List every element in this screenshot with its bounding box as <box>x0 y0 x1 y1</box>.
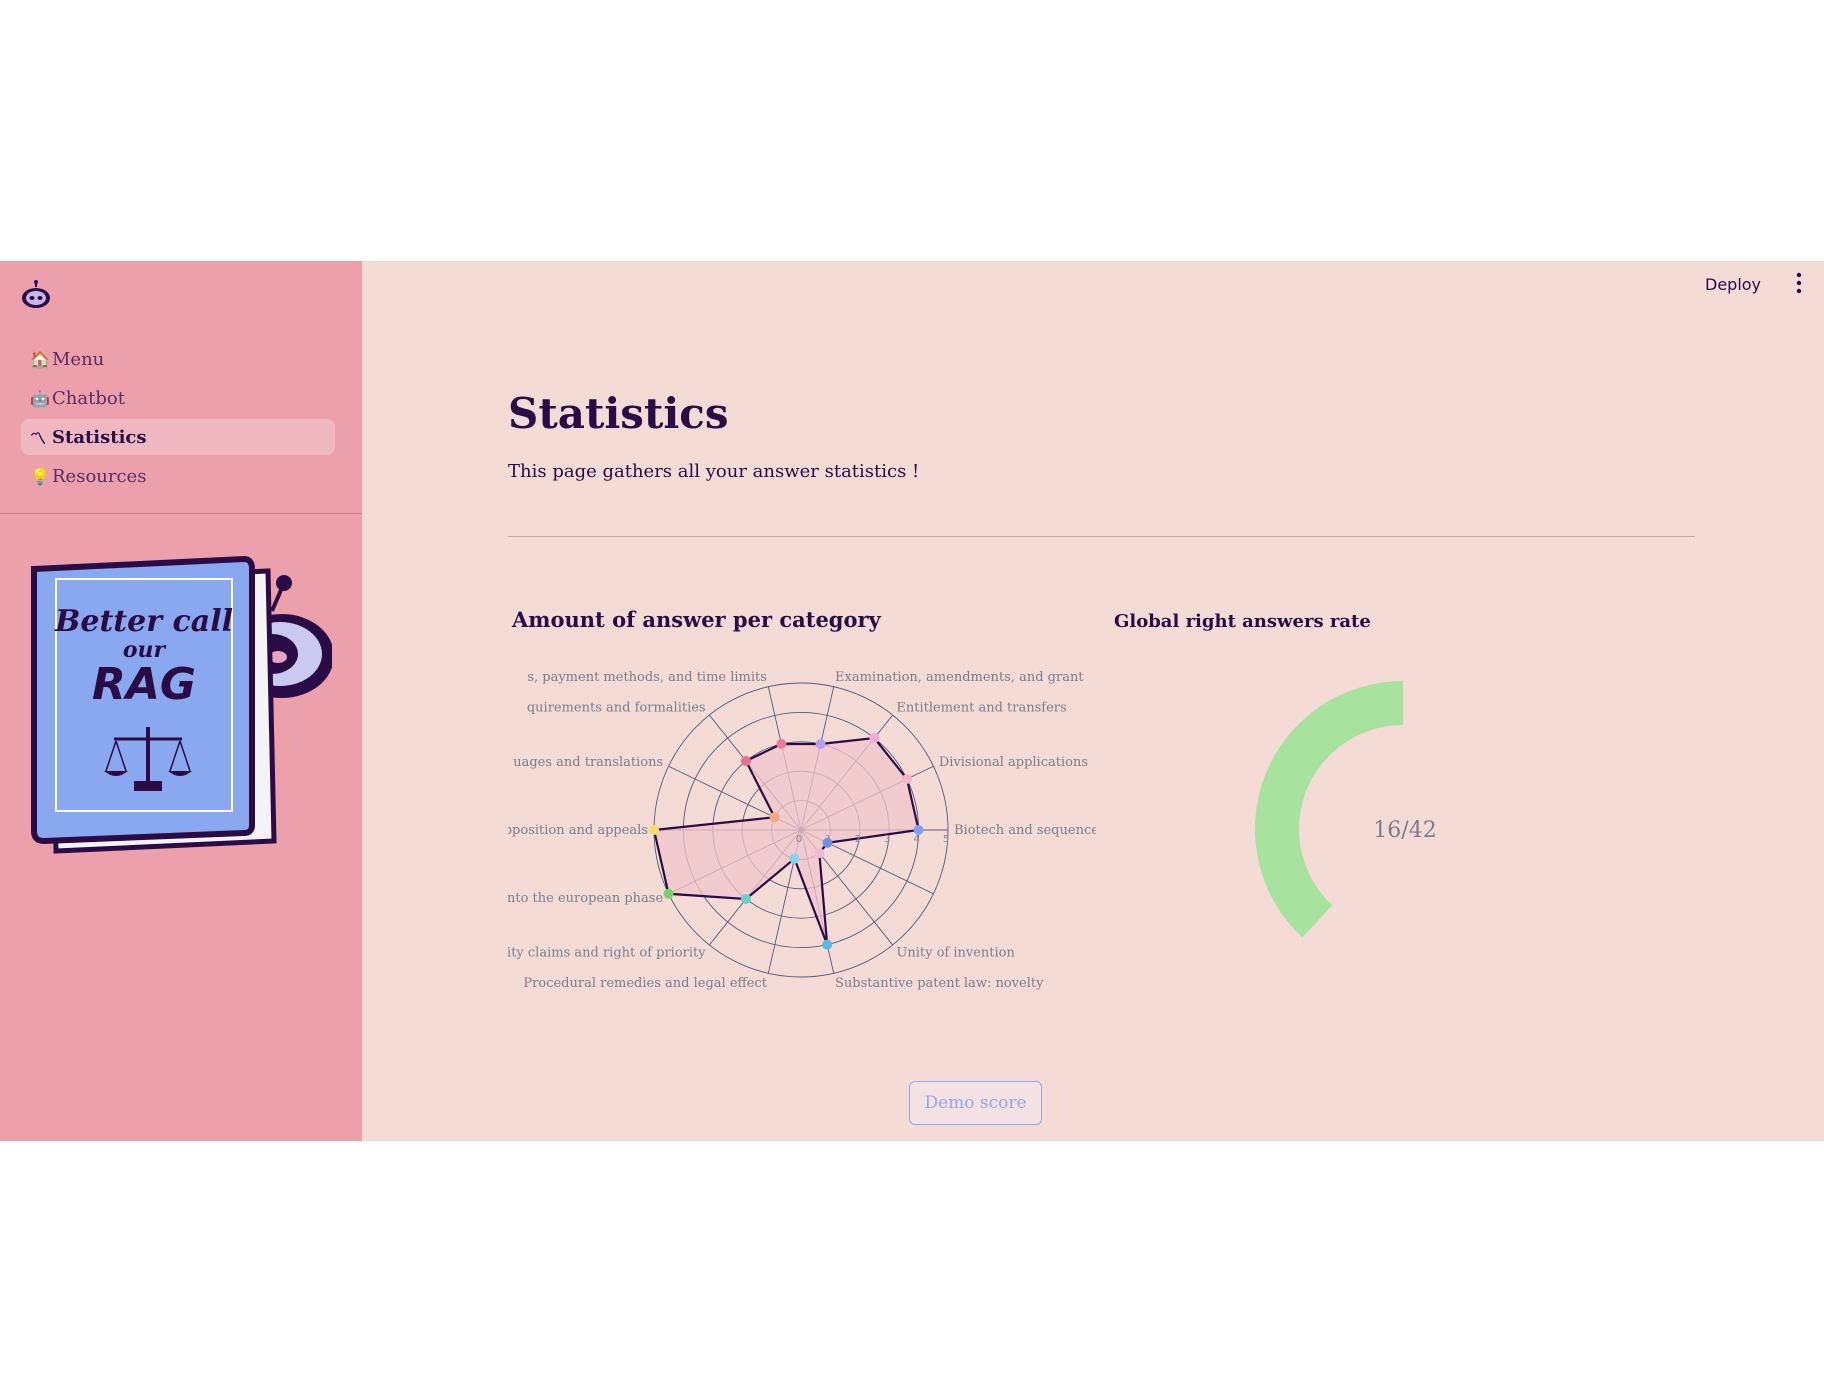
sidebar-item-statistics[interactable]: 〽 Statistics <box>21 419 335 455</box>
radar-category-label: Entitlement and transfers <box>896 700 1066 715</box>
radar-point <box>741 893 752 904</box>
sticker-line3: RAG <box>92 659 196 710</box>
sidebar-item-label: Statistics <box>52 426 147 448</box>
radar-point <box>869 733 880 744</box>
radar-tick-label: 2 <box>855 834 861 845</box>
radar-tick-label: 5 <box>943 834 949 845</box>
radar-tick-label: 1 <box>825 834 831 845</box>
radar-category-label: Divisional applications <box>939 755 1088 770</box>
chart-line-icon: 〽 <box>30 429 47 448</box>
section-divider <box>508 536 1695 537</box>
radar-tick-label: 0 <box>796 834 802 845</box>
radar-category-label: Priority claims and right of priority <box>508 946 706 961</box>
radar-chart-title: Amount of answer per category <box>512 607 881 632</box>
house-icon: 🏠 <box>30 349 50 369</box>
radar-category-label: quirements and formalities <box>527 700 706 715</box>
radar-category-label: Biotech and sequence <box>954 823 1096 838</box>
radar-category-label: Substantive patent law: novelty <box>835 976 1044 991</box>
radar-point <box>741 756 752 767</box>
gauge-chart: 16/42 <box>1255 681 1437 938</box>
better-call-our-rag-sticker: Better call our RAG <box>31 555 332 854</box>
sidebar-item-menu[interactable]: 🏠 Menu <box>21 341 335 377</box>
sidebar-item-label: Chatbot <box>52 387 125 409</box>
lightbulb-icon: 💡 <box>30 466 50 486</box>
sidebar-divider <box>0 513 362 514</box>
sidebar-item-label: Resources <box>52 465 147 487</box>
radar-point <box>901 773 912 784</box>
sidebar-item-label: Menu <box>52 348 105 370</box>
gauge-chart-title: Global right answers rate <box>1114 611 1371 632</box>
sidebar-item-chatbot[interactable]: 🤖 Chatbot <box>21 380 335 416</box>
radar-category-label: Unity of invention <box>896 946 1015 961</box>
radar-category-label: Procedural remedies and legal effect <box>523 976 767 991</box>
radar-point <box>789 853 800 864</box>
radar-category-label: s, payment methods, and time limits <box>527 670 767 685</box>
sidebar-item-resources[interactable]: 💡 Resources <box>21 458 335 494</box>
radar-category-label: pposition and appeals <box>508 823 648 838</box>
radar-category-label: uages and translations <box>513 755 663 770</box>
radar-tick-label: 4 <box>913 834 919 845</box>
radar-point <box>769 812 780 823</box>
robot-icon: 🤖 <box>30 388 50 408</box>
radar-point <box>814 847 825 858</box>
radar-category-label: Examination, amendments, and grant <box>835 670 1084 685</box>
sidebar: 🏠 Menu 🤖 Chatbot 〽 Statistics 💡 Resources Bette… <box>0 261 362 1141</box>
radar-point <box>822 939 833 950</box>
demo-score-button[interactable]: Demo score <box>909 1081 1042 1125</box>
gauge-arc <box>1255 681 1403 938</box>
page-subtitle: This page gathers all your answer statis… <box>508 461 920 482</box>
page-title: Statistics <box>508 389 729 438</box>
sticker-line1: Better call <box>54 604 233 639</box>
gauge-value-label: 16/42 <box>1373 818 1436 843</box>
radar-tick-label: 3 <box>884 834 890 845</box>
sidebar-nav: 🏠 Menu 🤖 Chatbot 〽 Statistics 💡 Resources <box>21 341 335 497</box>
radar-point <box>776 739 787 750</box>
radar-area <box>654 738 919 945</box>
app-root: 🏠 Menu 🤖 Chatbot 〽 Statistics 💡 Resources Bette… <box>0 261 1824 1141</box>
deploy-button[interactable]: Deploy <box>1705 275 1761 294</box>
radar-point <box>815 739 826 750</box>
kebab-vertical-icon[interactable] <box>1795 271 1803 295</box>
radar-point <box>649 825 659 835</box>
radar-category-label: ry into the european phase <box>508 891 663 906</box>
radar-chart: 0 1 2 3 4 5 Biotech and sequence Divisional app… <box>508 670 1096 991</box>
radar-point <box>663 888 674 899</box>
robot-logo-icon[interactable] <box>19 279 53 309</box>
